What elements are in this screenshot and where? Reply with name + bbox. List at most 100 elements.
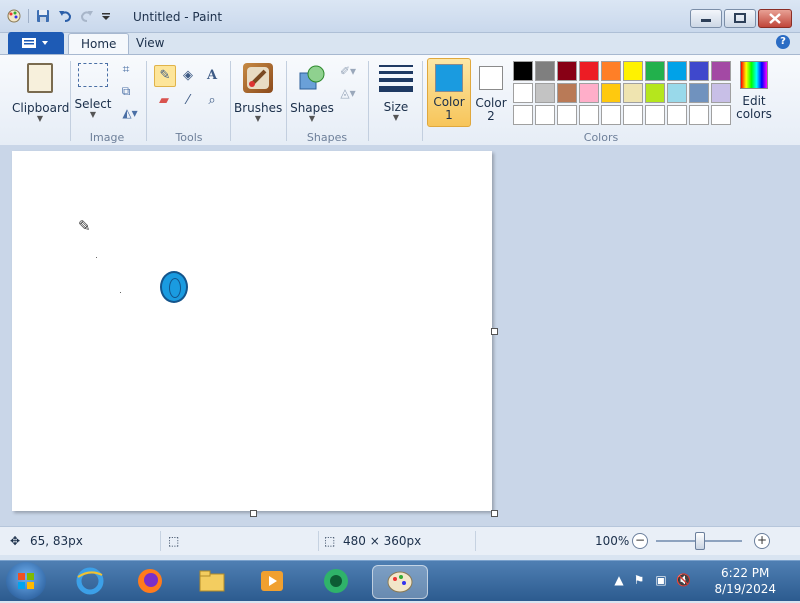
- palette-swatch[interactable]: [645, 105, 665, 125]
- pencil-icon[interactable]: ✎: [154, 65, 176, 87]
- palette-swatch[interactable]: [535, 105, 555, 125]
- divider: [146, 61, 147, 141]
- color-picker-icon[interactable]: ⁄: [178, 91, 198, 111]
- palette-swatch[interactable]: [535, 61, 555, 81]
- palette-swatch[interactable]: [711, 83, 731, 103]
- save-icon[interactable]: [35, 8, 51, 24]
- palette-swatch[interactable]: [667, 105, 687, 125]
- palette-swatch[interactable]: [579, 61, 599, 81]
- network-icon[interactable]: ▣: [654, 573, 668, 587]
- volume-muted-icon[interactable]: 🔇: [676, 573, 691, 587]
- palette-swatch[interactable]: [623, 105, 643, 125]
- palette-swatch[interactable]: [601, 61, 621, 81]
- cursor-position: 65, 83px: [30, 534, 83, 548]
- select-button[interactable]: Select ▼: [74, 63, 112, 119]
- resize-handle-corner[interactable]: [491, 510, 498, 517]
- rainbow-icon: [740, 61, 768, 89]
- clock[interactable]: 6:22 PM 8/19/2024: [714, 565, 776, 597]
- fill-icon[interactable]: ◬▾: [336, 85, 360, 101]
- image-group-label: Image: [89, 131, 125, 144]
- palette-swatch[interactable]: [513, 105, 533, 125]
- palette-swatch[interactable]: [689, 61, 709, 81]
- palette-swatch[interactable]: [601, 105, 621, 125]
- rotate-icon[interactable]: ◭▾: [118, 105, 142, 121]
- brushes-button[interactable]: Brushes ▼: [234, 63, 282, 123]
- help-icon[interactable]: ?: [776, 35, 790, 49]
- paint-menu-button[interactable]: [8, 32, 64, 54]
- quick-access-toolbar: [6, 8, 111, 24]
- resize-icon[interactable]: ⧉: [118, 83, 134, 99]
- redo-icon[interactable]: [79, 8, 95, 24]
- file-explorer-icon[interactable]: [196, 565, 228, 597]
- palette-swatch[interactable]: [623, 83, 643, 103]
- palette-swatch[interactable]: [689, 83, 709, 103]
- close-button[interactable]: [758, 9, 792, 28]
- start-button[interactable]: [6, 562, 46, 600]
- palette-swatch[interactable]: [579, 83, 599, 103]
- eraser-icon[interactable]: ▰: [154, 91, 174, 111]
- tab-view[interactable]: View: [124, 33, 176, 54]
- color1-button[interactable]: Color 1: [427, 58, 471, 127]
- paint-app-icon[interactable]: [6, 8, 22, 24]
- color2-button[interactable]: Color 2: [472, 58, 510, 125]
- drawn-blue-ellipse: [160, 271, 188, 303]
- palette-swatch[interactable]: [557, 105, 577, 125]
- zoom-out-button[interactable]: −: [632, 533, 648, 549]
- title-bar: Untitled - Paint: [0, 0, 800, 33]
- fill-bucket-icon[interactable]: ◈: [178, 66, 198, 86]
- action-center-flag-icon[interactable]: ⚑: [632, 573, 646, 587]
- crop-icon[interactable]: ⌗: [118, 61, 134, 77]
- palette-swatch[interactable]: [667, 83, 687, 103]
- edit-colors-button[interactable]: Edit colors: [736, 61, 772, 121]
- window-controls: [690, 9, 792, 28]
- palette-swatch[interactable]: [513, 61, 533, 81]
- pencil-cursor-icon: ✎: [78, 217, 91, 235]
- text-tool-icon[interactable]: A: [202, 66, 222, 86]
- divider: [475, 531, 476, 551]
- palette-swatch[interactable]: [579, 105, 599, 125]
- resize-handle-bottom[interactable]: [250, 510, 257, 517]
- media-player-icon[interactable]: [256, 565, 288, 597]
- color2-number: 2: [487, 109, 495, 123]
- palette-swatch[interactable]: [535, 83, 555, 103]
- show-hidden-icons-icon[interactable]: ▲: [612, 573, 626, 587]
- minimize-button[interactable]: [690, 9, 722, 28]
- undo-icon[interactable]: [57, 8, 73, 24]
- resize-handle-right[interactable]: [491, 328, 498, 335]
- palette-swatch[interactable]: [689, 105, 709, 125]
- shapes-button[interactable]: Shapes ▼: [290, 63, 334, 123]
- edit-colors-line2: colors: [736, 107, 772, 121]
- palette-swatch[interactable]: [645, 83, 665, 103]
- tools-group: ✎ ◈ A ▰ ⁄ ⌕: [154, 65, 222, 119]
- color2-swatch: [479, 66, 503, 90]
- palette-swatch[interactable]: [557, 83, 577, 103]
- firefox-icon[interactable]: [134, 565, 166, 597]
- zoom-in-button[interactable]: +: [754, 533, 770, 549]
- clipboard-button[interactable]: Clipboard ▼: [12, 63, 69, 123]
- line-size-icon: [379, 65, 413, 92]
- size-button[interactable]: Size ▼: [376, 63, 416, 122]
- shapes-label: Shapes: [290, 101, 334, 115]
- palette-swatch[interactable]: [557, 61, 577, 81]
- maximize-button[interactable]: [724, 9, 756, 28]
- customize-qat-icon[interactable]: [101, 8, 111, 24]
- palette-swatch[interactable]: [601, 83, 621, 103]
- palette-swatch[interactable]: [711, 105, 731, 125]
- palette-swatch[interactable]: [711, 61, 731, 81]
- color-palette: [513, 61, 733, 127]
- palette-swatch[interactable]: [513, 83, 533, 103]
- image-size-icon: ⬚: [324, 534, 336, 548]
- green-app-icon[interactable]: [320, 565, 352, 597]
- internet-explorer-icon[interactable]: [74, 565, 106, 597]
- outline-icon[interactable]: ✐▾: [336, 63, 360, 79]
- magnifier-icon[interactable]: ⌕: [202, 91, 222, 111]
- drawing-canvas[interactable]: ✎: [12, 151, 492, 511]
- pixel-dot: [96, 257, 97, 258]
- palette-swatch[interactable]: [623, 61, 643, 81]
- divider: [230, 61, 231, 141]
- palette-swatch[interactable]: [645, 61, 665, 81]
- paint-taskbar-icon[interactable]: [372, 565, 428, 599]
- zoom-slider-thumb[interactable]: [695, 532, 705, 550]
- tab-home[interactable]: Home: [68, 33, 130, 55]
- palette-swatch[interactable]: [667, 61, 687, 81]
